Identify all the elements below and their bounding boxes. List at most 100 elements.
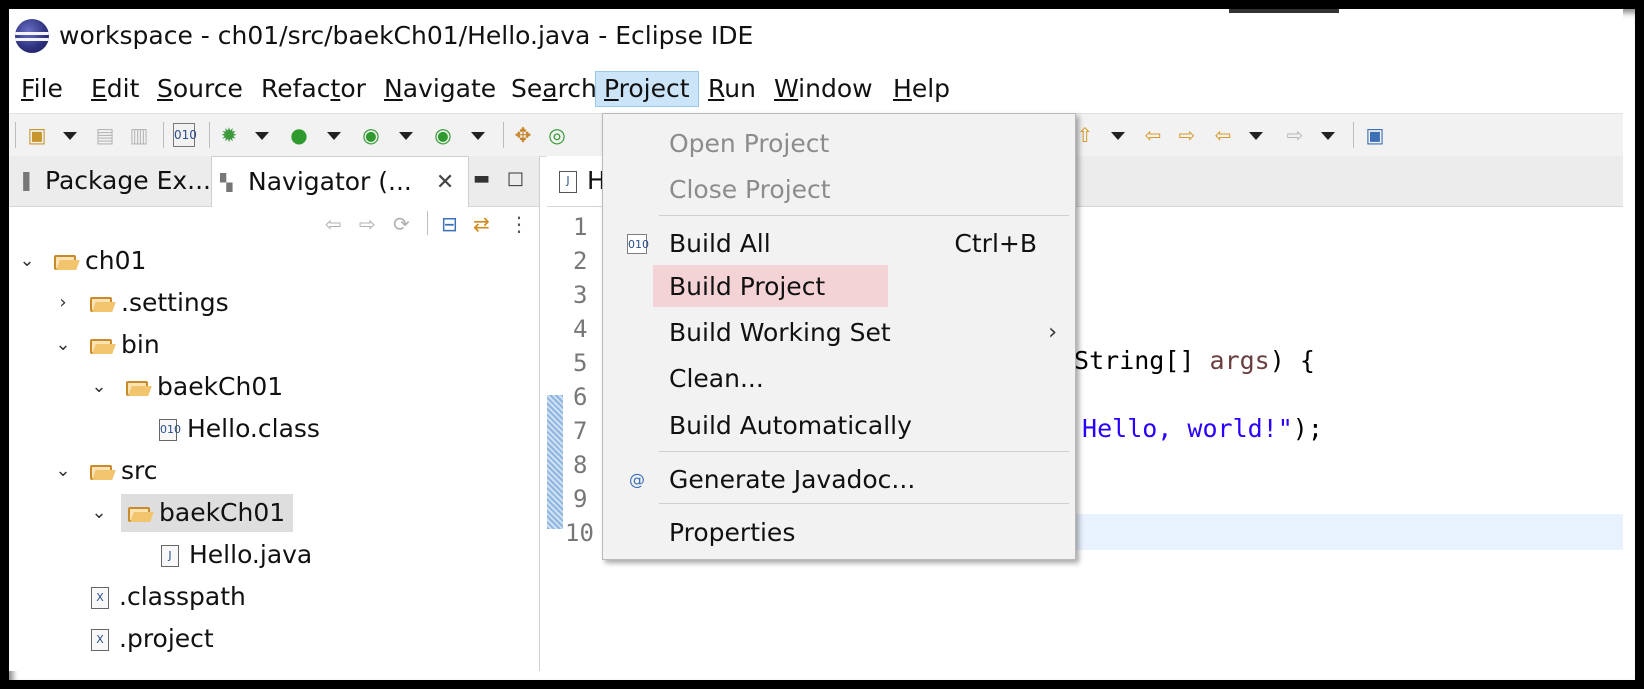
coverage-icon[interactable]: ◉ bbox=[359, 123, 383, 147]
tree-node[interactable]: X .classpath bbox=[91, 578, 246, 616]
coverage-dropdown-icon[interactable] bbox=[399, 132, 413, 140]
external-tools-icon[interactable]: ◉ bbox=[431, 123, 455, 147]
menu-search[interactable]: Search bbox=[503, 71, 605, 107]
chevron-down-icon[interactable]: ⌄ bbox=[17, 242, 37, 280]
line-number: 7 bbox=[573, 417, 588, 445]
menu-item-properties[interactable]: Properties bbox=[603, 513, 1075, 553]
menu-bar: File Edit Source Refactor Navigate Searc… bbox=[9, 67, 1623, 111]
tree-node-label: ch01 bbox=[85, 246, 147, 275]
forward-icon[interactable]: ⇨ bbox=[1283, 123, 1307, 147]
menu-project[interactable]: Project bbox=[595, 71, 699, 107]
link-with-editor-icon[interactable]: ⇄ bbox=[473, 212, 490, 236]
back-icon[interactable]: ⇦ bbox=[1211, 123, 1235, 147]
menu-window[interactable]: Window bbox=[766, 71, 881, 107]
menu-item-build-working-set[interactable]: Build Working Set › bbox=[603, 313, 1075, 353]
menu-help[interactable]: Help bbox=[885, 71, 958, 107]
menu-item-shortcut: Ctrl+B bbox=[954, 229, 1037, 258]
next-annotation-icon[interactable]: ⇨ bbox=[1175, 123, 1199, 147]
collapse-all-icon[interactable]: ⊟ bbox=[441, 212, 458, 236]
forward-arrow-icon[interactable]: ⇨ bbox=[359, 212, 376, 236]
menu-refactor[interactable]: Refactor bbox=[253, 71, 374, 107]
menu-item-build-all[interactable]: 010 Build All Ctrl+B bbox=[603, 224, 1075, 264]
title-bar-edge-mark bbox=[1229, 9, 1339, 13]
menu-item-clean[interactable]: Clean... bbox=[603, 359, 1075, 399]
line-number: 9 bbox=[573, 485, 588, 513]
chevron-down-icon[interactable]: ⌄ bbox=[89, 494, 109, 532]
java-file-icon: J bbox=[161, 545, 179, 567]
debug-icon[interactable]: ✹ bbox=[217, 123, 241, 147]
tree-node-label: .classpath bbox=[119, 582, 246, 611]
toolbar-separator bbox=[1353, 122, 1354, 148]
menu-item-build-project[interactable]: Build Project bbox=[603, 267, 1075, 307]
open-type-dropdown-icon[interactable] bbox=[1111, 132, 1125, 140]
save-icon[interactable]: ▤ bbox=[93, 123, 117, 147]
menu-source[interactable]: Source bbox=[149, 71, 251, 107]
menu-item-close-project[interactable]: Close Project bbox=[603, 170, 1075, 210]
open-type-icon[interactable]: ⇧ bbox=[1073, 123, 1097, 147]
chevron-down-icon[interactable]: ⌄ bbox=[53, 452, 73, 490]
new-java-class-icon[interactable]: ◎ bbox=[545, 123, 569, 147]
close-icon[interactable]: ✕ bbox=[436, 158, 454, 208]
menu-item-label: Build Project bbox=[669, 272, 826, 301]
tab-package-explorer[interactable]: ▐ Package Ex... bbox=[17, 156, 211, 206]
external-tools-dropdown-icon[interactable] bbox=[471, 132, 485, 140]
open-perspective-icon[interactable]: ▣ bbox=[1363, 123, 1387, 147]
eclipse-logo-icon bbox=[15, 19, 49, 53]
menu-item-generate-javadoc[interactable]: @ Generate Javadoc... bbox=[603, 460, 1075, 500]
tree-node-content: src bbox=[89, 452, 158, 490]
view-tab-strip: ▐ Package Ex... ▚ Navigator (... ✕ ▬ □ bbox=[9, 156, 539, 207]
menu-item-build-automatically[interactable]: Build Automatically bbox=[603, 406, 1075, 446]
back-dropdown-icon[interactable] bbox=[1249, 132, 1263, 140]
new-java-package-icon[interactable]: ✥ bbox=[511, 123, 535, 147]
menu-item-label: Close Project bbox=[669, 175, 831, 204]
toolbar-separator bbox=[163, 122, 164, 148]
new-wizard-icon[interactable]: ▣ bbox=[25, 123, 49, 147]
menu-run[interactable]: Run bbox=[700, 71, 764, 107]
prev-annotation-icon[interactable]: ⇦ bbox=[1141, 123, 1165, 147]
project-menu-dropdown: Open Project Close Project 010 Build All… bbox=[602, 113, 1076, 560]
navigator-panel: ▐ Package Ex... ▚ Navigator (... ✕ ▬ □ ⇦ ⇨ … bbox=[9, 156, 540, 671]
menu-separator bbox=[659, 215, 1069, 216]
tab-navigator[interactable]: ▚ Navigator (... ✕ bbox=[211, 156, 470, 208]
chevron-down-icon[interactable]: ⌄ bbox=[89, 368, 109, 406]
menu-file[interactable]: File bbox=[13, 71, 71, 107]
menu-label: ource bbox=[172, 74, 243, 103]
folder-icon bbox=[89, 295, 115, 313]
tree-node[interactable]: X .project bbox=[91, 620, 214, 658]
chevron-down-icon[interactable]: ⌄ bbox=[53, 326, 73, 364]
code-line-7[interactable]: 'Hello, world!"); bbox=[1067, 414, 1323, 443]
line-number: 10 bbox=[565, 519, 594, 547]
tree-node-label: Hello.class bbox=[187, 414, 320, 443]
menu-label: Refac bbox=[261, 74, 331, 103]
new-dropdown-icon[interactable] bbox=[63, 132, 77, 140]
maximize-icon[interactable]: □ bbox=[507, 168, 524, 189]
chevron-right-icon[interactable]: › bbox=[53, 284, 73, 322]
back-arrow-icon[interactable]: ⇦ bbox=[325, 212, 342, 236]
mnemonic: S bbox=[157, 74, 173, 103]
save-all-icon[interactable]: ▥ bbox=[127, 123, 151, 147]
menu-item-label: Build All bbox=[669, 229, 771, 258]
menu-item-open-project[interactable]: Open Project bbox=[603, 124, 1075, 164]
tree-node[interactable]: J Hello.java bbox=[161, 536, 312, 574]
code-line-5[interactable]: (String[] args) { bbox=[1059, 346, 1315, 375]
menu-edit[interactable]: Edit bbox=[83, 71, 147, 107]
menu-navigate[interactable]: Navigate bbox=[376, 71, 504, 107]
mnemonic: H bbox=[893, 74, 912, 103]
tree-node[interactable]: 010 Hello.class bbox=[159, 410, 320, 448]
run-icon[interactable]: ● bbox=[287, 123, 311, 147]
debug-dropdown-icon[interactable] bbox=[255, 132, 269, 140]
mnemonic: P bbox=[604, 74, 619, 103]
forward-dropdown-icon[interactable] bbox=[1321, 132, 1335, 140]
title-bar: workspace - ch01/src/baekCh01/Hello.java… bbox=[9, 9, 1623, 59]
tab-label: Package Ex... bbox=[45, 166, 212, 195]
run-dropdown-icon[interactable] bbox=[327, 132, 341, 140]
folder-icon bbox=[89, 463, 115, 481]
menu-label: elp bbox=[911, 74, 951, 103]
menu-separator bbox=[659, 503, 1069, 504]
up-folder-icon[interactable]: ⟳ bbox=[393, 212, 410, 236]
build-all-icon[interactable]: 010 bbox=[173, 123, 197, 147]
mnemonic: E bbox=[91, 74, 107, 103]
view-menu-icon[interactable]: ⋮ bbox=[509, 212, 529, 236]
minimize-icon[interactable]: ▬ bbox=[473, 168, 490, 189]
line-number: 6 bbox=[573, 383, 588, 411]
